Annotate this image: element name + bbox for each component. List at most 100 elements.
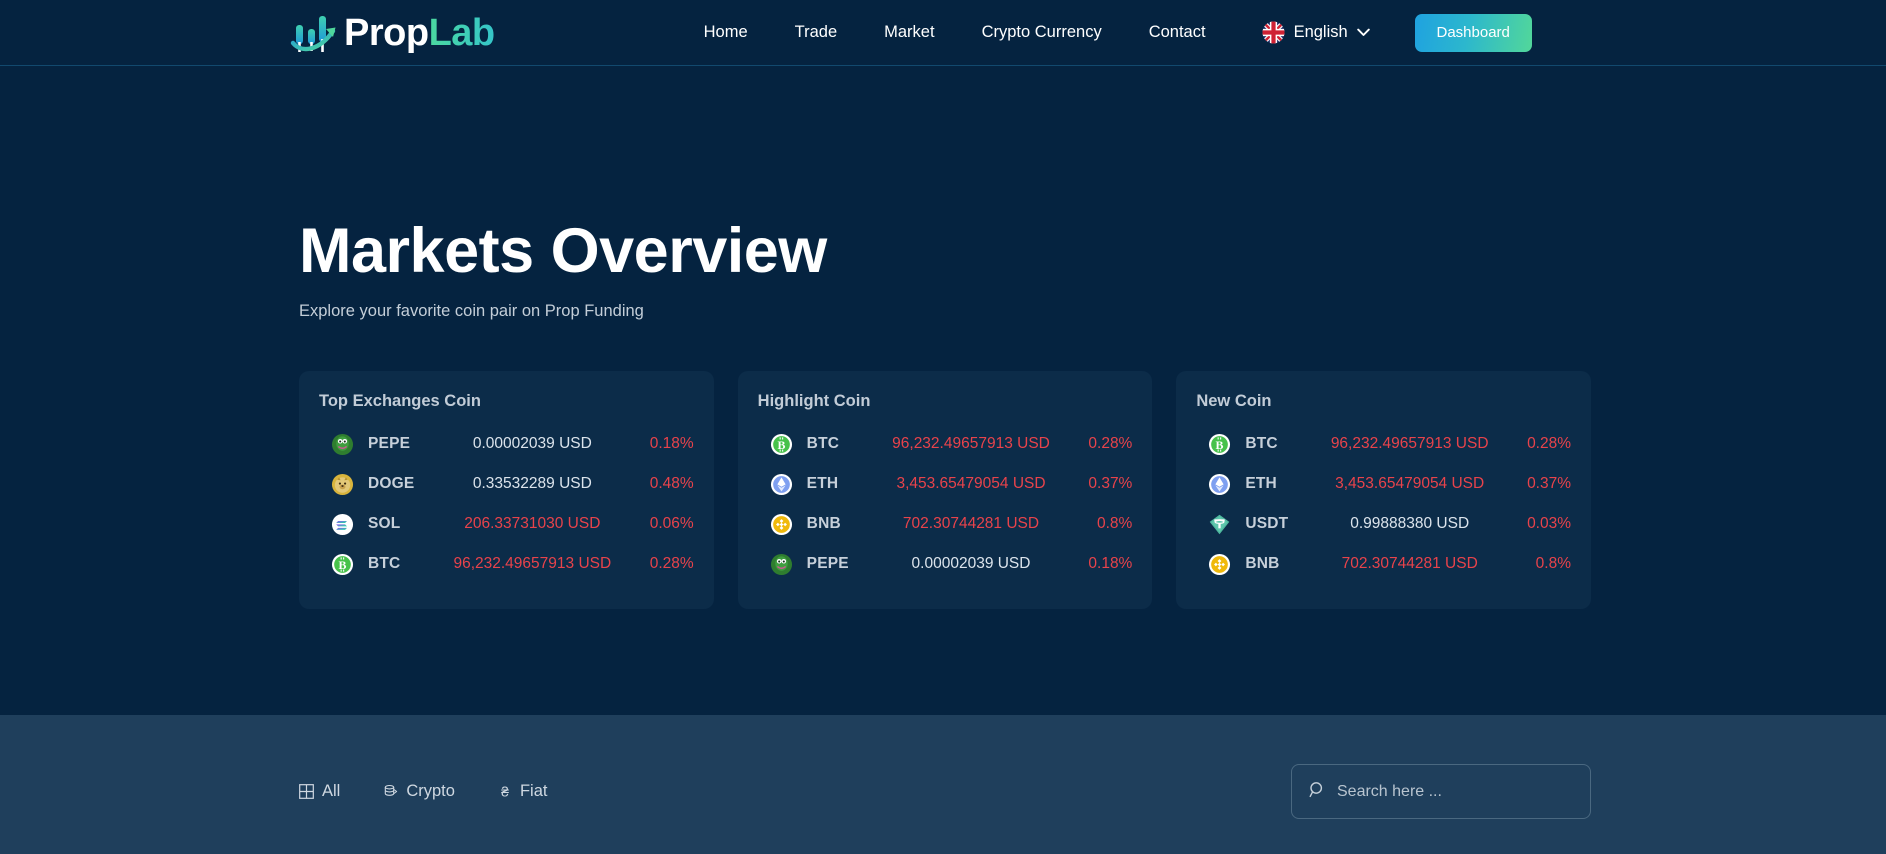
coin-change: 0.28% xyxy=(622,555,694,573)
coin-symbol: USDT xyxy=(1245,515,1288,533)
asset-type-filters: All Crypto ₴ Fiat xyxy=(299,782,547,801)
coin-change: 0.28% xyxy=(1060,435,1132,453)
eth-coin-icon xyxy=(770,473,793,496)
sol-coin-icon xyxy=(331,513,354,536)
coins-stack-icon xyxy=(383,784,398,799)
coin-symbol: DOGE xyxy=(368,475,414,493)
coin-row[interactable]: PEPE 0.00002039 USD 0.18% xyxy=(319,424,694,464)
eth-coin-icon xyxy=(1208,473,1231,496)
coin-change: 0.37% xyxy=(1499,475,1571,493)
coin-symbol: ETH xyxy=(807,475,839,493)
logo-wordmark: PropLab xyxy=(344,14,495,52)
btc-coin-icon: B xyxy=(331,553,354,576)
coin-list: PEPE 0.00002039 USD 0.18% DOGE 0.3353228… xyxy=(319,424,694,584)
coin-row[interactable]: BNB 702.30744281 USD 0.8% xyxy=(1196,544,1571,584)
bnb-coin-icon xyxy=(1208,553,1231,576)
candlestick-chart-arrow-icon xyxy=(288,9,342,57)
page-subtitle: Explore your favorite coin pair on Prop … xyxy=(299,302,1591,321)
coin-symbol: BTC xyxy=(368,555,400,573)
pepe-coin-icon xyxy=(770,553,793,576)
search-box[interactable] xyxy=(1291,764,1591,819)
markets-overview-section: Markets Overview Explore your favorite c… xyxy=(0,66,1886,715)
filter-label: Fiat xyxy=(520,782,548,801)
coin-change: 0.8% xyxy=(1499,555,1571,573)
coin-row[interactable]: B BTC 96,232.49657913 USD 0.28% xyxy=(758,424,1133,464)
card-new-coin: New Coin B BTC 96,232.49657913 USD 0.28% xyxy=(1176,371,1591,609)
doge-coin-icon xyxy=(331,473,354,496)
coin-price: 96,232.49657913 USD xyxy=(1320,435,1499,453)
coin-price: 0.99888380 USD xyxy=(1320,515,1499,533)
coin-row[interactable]: ETH 3,453.65479054 USD 0.37% xyxy=(1196,464,1571,504)
search-icon xyxy=(1309,781,1326,803)
hryvnia-currency-icon: ₴ xyxy=(498,784,512,799)
filter-tab-fiat[interactable]: ₴ Fiat xyxy=(498,782,548,801)
coin-cards-container: Top Exchanges Coin PEPE 0.00002039 USD 0… xyxy=(299,371,1591,609)
coin-price: 3,453.65479054 USD xyxy=(1320,475,1499,493)
site-header: PropLab Home Trade Market Crypto Currenc… xyxy=(0,0,1886,66)
site-logo[interactable]: PropLab xyxy=(288,9,495,57)
btc-coin-icon: B xyxy=(770,433,793,456)
coin-symbol: PEPE xyxy=(807,555,849,573)
coin-symbol: PEPE xyxy=(368,435,410,453)
coin-price: 96,232.49657913 USD xyxy=(882,435,1061,453)
coin-row[interactable]: ETH 3,453.65479054 USD 0.37% xyxy=(758,464,1133,504)
nav-item-trade[interactable]: Trade xyxy=(795,23,838,42)
coin-change: 0.28% xyxy=(1499,435,1571,453)
coin-price: 702.30744281 USD xyxy=(882,515,1061,533)
coin-row[interactable]: DOGE 0.33532289 USD 0.48% xyxy=(319,464,694,504)
coin-row[interactable]: B BTC 96,232.49657913 USD 0.28% xyxy=(1196,424,1571,464)
coin-change: 0.8% xyxy=(1060,515,1132,533)
coin-change: 0.18% xyxy=(1060,555,1132,573)
filter-tab-crypto[interactable]: Crypto xyxy=(383,782,455,801)
coin-row[interactable]: PEPE 0.00002039 USD 0.18% xyxy=(758,544,1133,584)
svg-text:B: B xyxy=(339,558,347,572)
chevron-down-icon[interactable] xyxy=(1357,28,1370,37)
coin-price: 0.00002039 USD xyxy=(443,435,622,453)
coin-row[interactable]: USDT 0.99888380 USD 0.03% xyxy=(1196,504,1571,544)
coin-row[interactable]: BNB 702.30744281 USD 0.8% xyxy=(758,504,1133,544)
svg-text:₴: ₴ xyxy=(501,784,509,799)
coin-price: 702.30744281 USD xyxy=(1320,555,1499,573)
nav-item-crypto-currency[interactable]: Crypto Currency xyxy=(982,23,1102,42)
card-top-exchanges-coin: Top Exchanges Coin PEPE 0.00002039 USD 0… xyxy=(299,371,714,609)
logo-text-lab: Lab xyxy=(429,12,495,54)
card-title: Top Exchanges Coin xyxy=(319,392,694,411)
coin-change: 0.48% xyxy=(622,475,694,493)
coin-change: 0.18% xyxy=(622,435,694,453)
logo-text-prop: Prop xyxy=(344,12,429,54)
language-selector[interactable]: English xyxy=(1262,21,1370,44)
svg-text:B: B xyxy=(777,438,785,452)
nav-item-market[interactable]: Market xyxy=(884,23,934,42)
coin-symbol: BTC xyxy=(1245,435,1277,453)
svg-text:B: B xyxy=(1216,438,1224,452)
coin-row[interactable]: B BTC 96,232.49657913 USD 0.28% xyxy=(319,544,694,584)
coin-price: 96,232.49657913 USD xyxy=(443,555,622,573)
coin-symbol: BTC xyxy=(807,435,839,453)
pepe-coin-icon xyxy=(331,433,354,456)
coin-price: 3,453.65479054 USD xyxy=(882,475,1061,493)
coin-change: 0.06% xyxy=(622,515,694,533)
market-filter-section: All Crypto ₴ Fiat xyxy=(0,715,1886,854)
uk-flag-icon xyxy=(1262,21,1285,44)
coin-list: B BTC 96,232.49657913 USD 0.28% ETH 3, xyxy=(758,424,1133,584)
nav-item-home[interactable]: Home xyxy=(704,23,748,42)
language-label: English xyxy=(1294,23,1348,42)
coin-price: 0.00002039 USD xyxy=(882,555,1061,573)
card-title: Highlight Coin xyxy=(758,392,1133,411)
dashboard-button[interactable]: Dashboard xyxy=(1415,14,1532,52)
filter-label: All xyxy=(322,782,340,801)
page-title: Markets Overview xyxy=(299,218,1591,284)
filter-tab-all[interactable]: All xyxy=(299,782,340,801)
nav-item-contact[interactable]: Contact xyxy=(1149,23,1206,42)
card-title: New Coin xyxy=(1196,392,1571,411)
search-input[interactable] xyxy=(1337,783,1557,801)
btc-coin-icon: B xyxy=(1208,433,1231,456)
coin-price: 206.33731030 USD xyxy=(443,515,622,533)
coin-list: B BTC 96,232.49657913 USD 0.28% ETH 3, xyxy=(1196,424,1571,584)
coin-row[interactable]: SOL 206.33731030 USD 0.06% xyxy=(319,504,694,544)
page-root: PropLab Home Trade Market Crypto Currenc… xyxy=(0,0,1886,854)
coin-change: 0.03% xyxy=(1499,515,1571,533)
coin-symbol: ETH xyxy=(1245,475,1277,493)
bnb-coin-icon xyxy=(770,513,793,536)
coin-change: 0.37% xyxy=(1060,475,1132,493)
